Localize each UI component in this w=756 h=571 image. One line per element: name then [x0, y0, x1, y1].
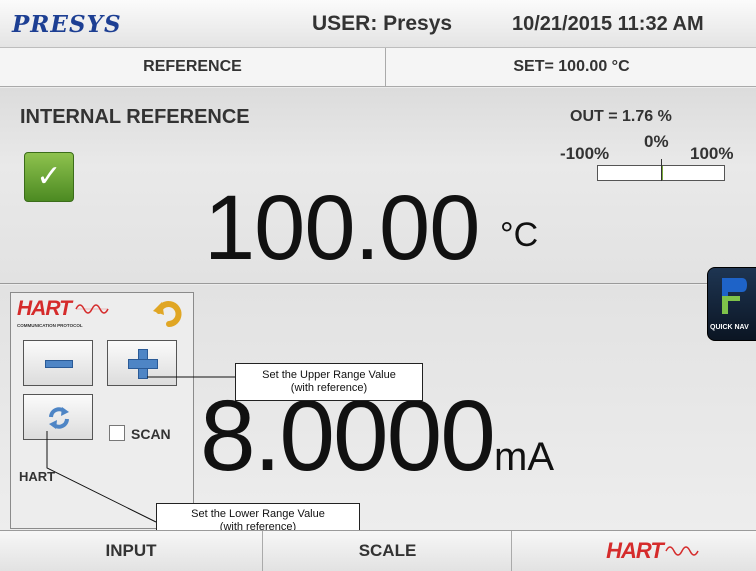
user-label: USER: Presys	[312, 12, 453, 35]
output-bar-fill	[662, 166, 664, 180]
output-bar-center-marker	[661, 159, 662, 181]
output-panel: HART COMMUNICATION PROTOCOL SCAN HART 8.…	[0, 285, 756, 538]
scale-zero-label: 0%	[644, 132, 669, 151]
quick-nav-icon	[722, 278, 747, 314]
screen: PRESYS USER: Presys 10/21/2015 11:32 AM …	[0, 0, 756, 571]
quick-nav-button[interactable]: QUICK NAV	[707, 267, 756, 341]
check-icon[interactable]: ✓	[24, 152, 74, 202]
hart-wave-icon	[665, 546, 699, 556]
upper-range-callout-text: Set the Upper Range Value (with referenc…	[262, 369, 396, 394]
nav-hart[interactable]: HART	[513, 531, 756, 571]
reference-value: 100.00	[204, 177, 480, 279]
setpoint-button[interactable]: SET= 100.00 °C	[387, 48, 756, 86]
reference-unit: °C	[500, 216, 539, 254]
output-bar	[597, 159, 725, 181]
scale-max-label: 100%	[690, 144, 734, 163]
top-bar: PRESYS USER: Presys 10/21/2015 11:32 AM	[0, 0, 756, 48]
bottom-nav: INPUT SCALE HART	[0, 530, 756, 571]
output-percent-label: OUT = 1.76 %	[570, 108, 672, 125]
reference-tab[interactable]: REFERENCE	[0, 48, 386, 86]
brand-logo: PRESYS	[12, 11, 122, 38]
quick-nav-label: QUICK NAV	[710, 324, 749, 331]
reference-panel: INTERNAL REFERENCE ✓ 100.00 °C OUT = 1.7…	[0, 88, 756, 284]
sub-bar: REFERENCE SET= 100.00 °C	[0, 48, 756, 87]
upper-range-callout: Set the Upper Range Value (with referenc…	[235, 363, 423, 401]
nav-scale[interactable]: SCALE	[264, 531, 512, 571]
scale-min-label: -100%	[560, 144, 610, 163]
nav-input[interactable]: INPUT	[0, 531, 263, 571]
nav-hart-label: HART	[606, 538, 664, 563]
datetime: 10/21/2015 11:32 AM	[512, 13, 704, 35]
reference-title: INTERNAL REFERENCE	[20, 106, 250, 128]
callout-leader-lines	[46, 376, 235, 523]
